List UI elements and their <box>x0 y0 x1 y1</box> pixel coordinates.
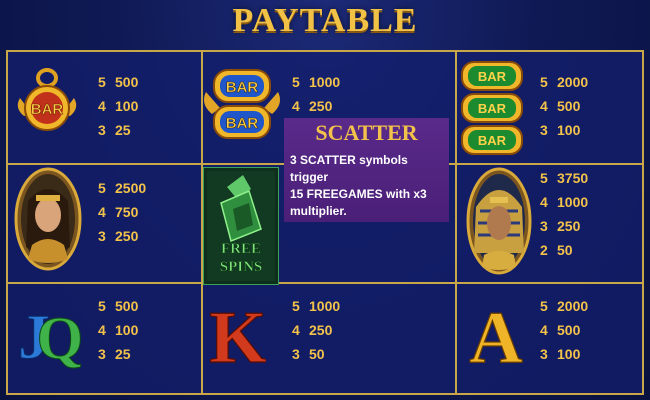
k-symbol: K <box>210 296 266 372</box>
pay-row: 3 25 <box>98 122 131 138</box>
bar-single-pays: 5 500 4 100 3 25 <box>98 70 138 142</box>
pay-row: 4 500 <box>540 322 581 338</box>
pay-row: 3 100 <box>540 122 581 138</box>
pay-row: 350 <box>292 346 325 362</box>
collar-icon <box>482 251 516 270</box>
pay-row: 3 25 <box>98 346 131 362</box>
face-icon <box>35 198 61 232</box>
grid-divider <box>455 52 457 393</box>
bar-label: BAR <box>31 101 64 118</box>
a-pays: 5 2000 4 500 3 100 <box>540 294 588 366</box>
bar-symbol-double: BAR BAR <box>204 69 280 139</box>
jq-symbol: J Q <box>20 301 84 373</box>
scatter-symbol: FREE SPINS <box>203 167 279 285</box>
pay-row: 4 250 <box>292 98 333 114</box>
pay-row: 3 250 <box>540 218 581 234</box>
letter-a: A <box>469 297 522 372</box>
bar-label: BAR <box>478 133 507 148</box>
pay-row: 4 100 <box>98 322 139 338</box>
scatter-info-panel: SCATTER 3 SCATTER symbols trigger 15 FRE… <box>284 118 449 222</box>
k-pays: 5 1000 4 250 3 50 <box>292 294 340 366</box>
pay-row: 3 100 <box>540 346 581 362</box>
scatter-title: SCATTER <box>315 120 418 145</box>
pay-row: 4 750 <box>98 204 139 220</box>
scatter-description: 3 SCATTER symbols trigger 15 FREEGAMES w… <box>290 153 427 218</box>
pay-row: 4 250 <box>292 322 333 338</box>
paytable-title: PAYTABLE <box>232 2 418 39</box>
pay-row: 5 2500 <box>98 180 147 196</box>
pay-row: 4 100 <box>98 98 139 114</box>
bar-label: BAR <box>478 69 507 84</box>
free-label: FREE <box>221 241 261 257</box>
jq-pays: 5 500 4 100 3 25 <box>98 294 138 366</box>
grid-divider <box>8 282 642 284</box>
pay-row: 4 500 <box>540 98 581 114</box>
bar-label: BAR <box>226 79 259 96</box>
bar-triple-pays: 5 2000 4 500 3 100 <box>540 70 588 142</box>
pay-row: 2 50 <box>540 242 573 258</box>
a-symbol: A <box>469 296 524 372</box>
bar-label: BAR <box>478 101 507 116</box>
spins-label: SPINS <box>220 259 263 275</box>
pay-row: 5 1000 <box>292 298 341 314</box>
bar-label: BAR <box>226 115 259 132</box>
bar-symbol-single: BAR <box>17 68 77 131</box>
pay-row: 3 250 <box>98 228 139 244</box>
letter-k: K <box>210 297 266 372</box>
pay-row: 5 500 <box>98 298 139 314</box>
queen-symbol <box>14 167 82 271</box>
pay-row: 5 3750 <box>540 170 589 186</box>
letter-q: Q <box>37 305 84 371</box>
pharaoh-pays: 5 3750 4 1000 3 250 2 50 <box>540 166 588 262</box>
pharaoh-symbol <box>466 167 532 275</box>
headband-icon <box>36 195 60 201</box>
queen-pays: 5 2500 4 750 3 250 <box>98 176 146 248</box>
pay-row: 5 1000 <box>292 74 341 90</box>
bar-symbol-triple: BAR BAR BAR <box>461 61 523 155</box>
pay-row: 4 1000 <box>540 194 589 210</box>
pay-row: 5 2000 <box>540 74 589 90</box>
pay-row: 5 2000 <box>540 298 589 314</box>
face-icon <box>487 206 511 240</box>
pay-row: 5 500 <box>98 74 139 90</box>
